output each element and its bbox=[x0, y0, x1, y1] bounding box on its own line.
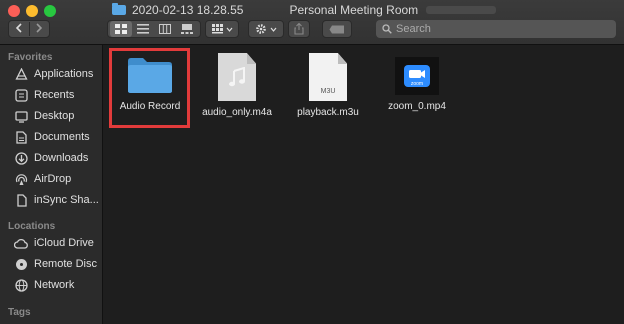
playlist-file-icon: M3U bbox=[309, 53, 347, 101]
finder-window: 2020-02-13 18.28.55 Personal Meeting Roo… bbox=[0, 0, 624, 324]
list-view-button[interactable] bbox=[132, 21, 154, 37]
sidebar-item-recents[interactable]: Recents bbox=[14, 87, 74, 103]
cloud-icon bbox=[14, 236, 28, 250]
airdrop-icon bbox=[14, 172, 28, 186]
sidebar-item-desktop[interactable]: Desktop bbox=[14, 108, 74, 124]
group-by-button[interactable] bbox=[205, 20, 239, 38]
sidebar-item-label: Applications bbox=[34, 68, 94, 80]
file-badge: M3U bbox=[320, 88, 336, 95]
desktop-icon bbox=[14, 109, 28, 123]
close-window-button[interactable] bbox=[8, 5, 20, 17]
zoom-logo-icon: zoom bbox=[404, 65, 430, 87]
video-thumbnail: zoom bbox=[395, 57, 439, 95]
sidebar-item-label: Network bbox=[34, 279, 75, 291]
tag-icon bbox=[329, 25, 344, 33]
column-view-button[interactable] bbox=[154, 21, 176, 37]
sidebar-item-label: Desktop bbox=[34, 110, 75, 122]
locations-header: Locations bbox=[8, 221, 56, 232]
icon-view-button[interactable] bbox=[110, 21, 132, 37]
sidebar-item-network[interactable]: Network bbox=[14, 277, 74, 293]
forward-button[interactable] bbox=[29, 22, 49, 36]
file-item-playback[interactable]: M3U playback.m3u bbox=[290, 53, 366, 118]
zoom-badge-text: zoom bbox=[411, 81, 423, 87]
file-grid: Audio Record audio_only.m4a M3U playback… bbox=[104, 45, 624, 324]
share-button[interactable] bbox=[288, 20, 310, 38]
favorites-header: Favorites bbox=[8, 52, 53, 63]
recents-icon bbox=[14, 88, 28, 102]
sidebar-item-label: Recents bbox=[34, 89, 75, 101]
gear-icon bbox=[256, 24, 266, 34]
sidebar-item-icloud-drive[interactable]: iCloud Drive bbox=[14, 235, 94, 251]
window-title: 2020-02-13 18.28.55 Personal Meeting Roo… bbox=[112, 2, 497, 18]
disc-icon bbox=[14, 257, 28, 271]
search-field[interactable] bbox=[376, 20, 616, 38]
sidebar-item-label: Remote Disc bbox=[34, 258, 97, 270]
sidebar-item-documents[interactable]: Documents bbox=[14, 129, 90, 145]
sidebar-item-label: Documents bbox=[34, 131, 90, 143]
back-forward-buttons bbox=[8, 20, 50, 38]
file-icon bbox=[14, 193, 28, 207]
minimize-window-button[interactable] bbox=[26, 5, 38, 17]
documents-icon bbox=[14, 130, 28, 144]
tags-header: Tags bbox=[8, 307, 31, 318]
sidebar-item-label: iCloud Drive bbox=[34, 237, 94, 249]
file-item-zoom-video[interactable]: zoom zoom_0.mp4 bbox=[379, 57, 455, 112]
title-date: 2020-02-13 18.28.55 bbox=[132, 3, 244, 17]
zoom-window-button[interactable] bbox=[44, 5, 56, 17]
edit-tags-button[interactable] bbox=[322, 20, 352, 38]
file-name: audio_only.m4a bbox=[202, 107, 272, 118]
sidebar-item-label: inSync Sha... bbox=[34, 194, 99, 206]
file-name: zoom_0.mp4 bbox=[388, 101, 446, 112]
downloads-icon bbox=[14, 151, 28, 165]
sidebar-item-label: Downloads bbox=[34, 152, 89, 164]
columns-icon bbox=[159, 24, 171, 34]
back-button[interactable] bbox=[9, 22, 29, 36]
chevron-down-icon bbox=[270, 27, 277, 32]
file-name: playback.m3u bbox=[297, 107, 359, 118]
chevron-down-icon bbox=[226, 27, 232, 32]
title-suffix: Personal Meeting Room bbox=[289, 3, 419, 17]
gallery-icon bbox=[181, 24, 193, 34]
sidebar: Favorites Applications Recents Desktop D… bbox=[0, 45, 103, 324]
search-icon bbox=[382, 24, 392, 34]
folder-icon bbox=[128, 58, 172, 93]
audio-file-icon bbox=[218, 53, 256, 101]
file-item-audio-record[interactable]: Audio Record bbox=[116, 55, 184, 112]
list-icon bbox=[137, 24, 149, 34]
view-mode-group bbox=[107, 20, 201, 38]
search-input[interactable] bbox=[396, 23, 596, 35]
sidebar-item-airdrop[interactable]: AirDrop bbox=[14, 171, 71, 187]
grid-icon bbox=[115, 24, 127, 34]
file-name: Audio Record bbox=[119, 101, 181, 112]
folder-icon bbox=[112, 3, 126, 15]
redacted-text bbox=[426, 6, 497, 14]
chevron-left-icon bbox=[15, 23, 22, 33]
network-icon bbox=[14, 278, 28, 292]
music-note-icon bbox=[229, 67, 245, 87]
sidebar-item-label: AirDrop bbox=[34, 173, 72, 185]
sidebar-item-insync[interactable]: inSync Sha... bbox=[14, 192, 99, 208]
grid-icon bbox=[211, 24, 223, 34]
sidebar-item-remote-disc[interactable]: Remote Disc bbox=[14, 256, 97, 272]
action-menu-button[interactable] bbox=[248, 20, 284, 38]
share-icon bbox=[294, 23, 304, 35]
applications-icon bbox=[14, 67, 28, 81]
gallery-view-button[interactable] bbox=[176, 21, 198, 37]
sidebar-item-applications[interactable]: Applications bbox=[14, 66, 93, 82]
toolbar: 2020-02-13 18.28.55 Personal Meeting Roo… bbox=[0, 0, 624, 45]
file-item-audio-only[interactable]: audio_only.m4a bbox=[199, 53, 275, 118]
sidebar-item-downloads[interactable]: Downloads bbox=[14, 150, 88, 166]
chevron-right-icon bbox=[36, 23, 43, 33]
